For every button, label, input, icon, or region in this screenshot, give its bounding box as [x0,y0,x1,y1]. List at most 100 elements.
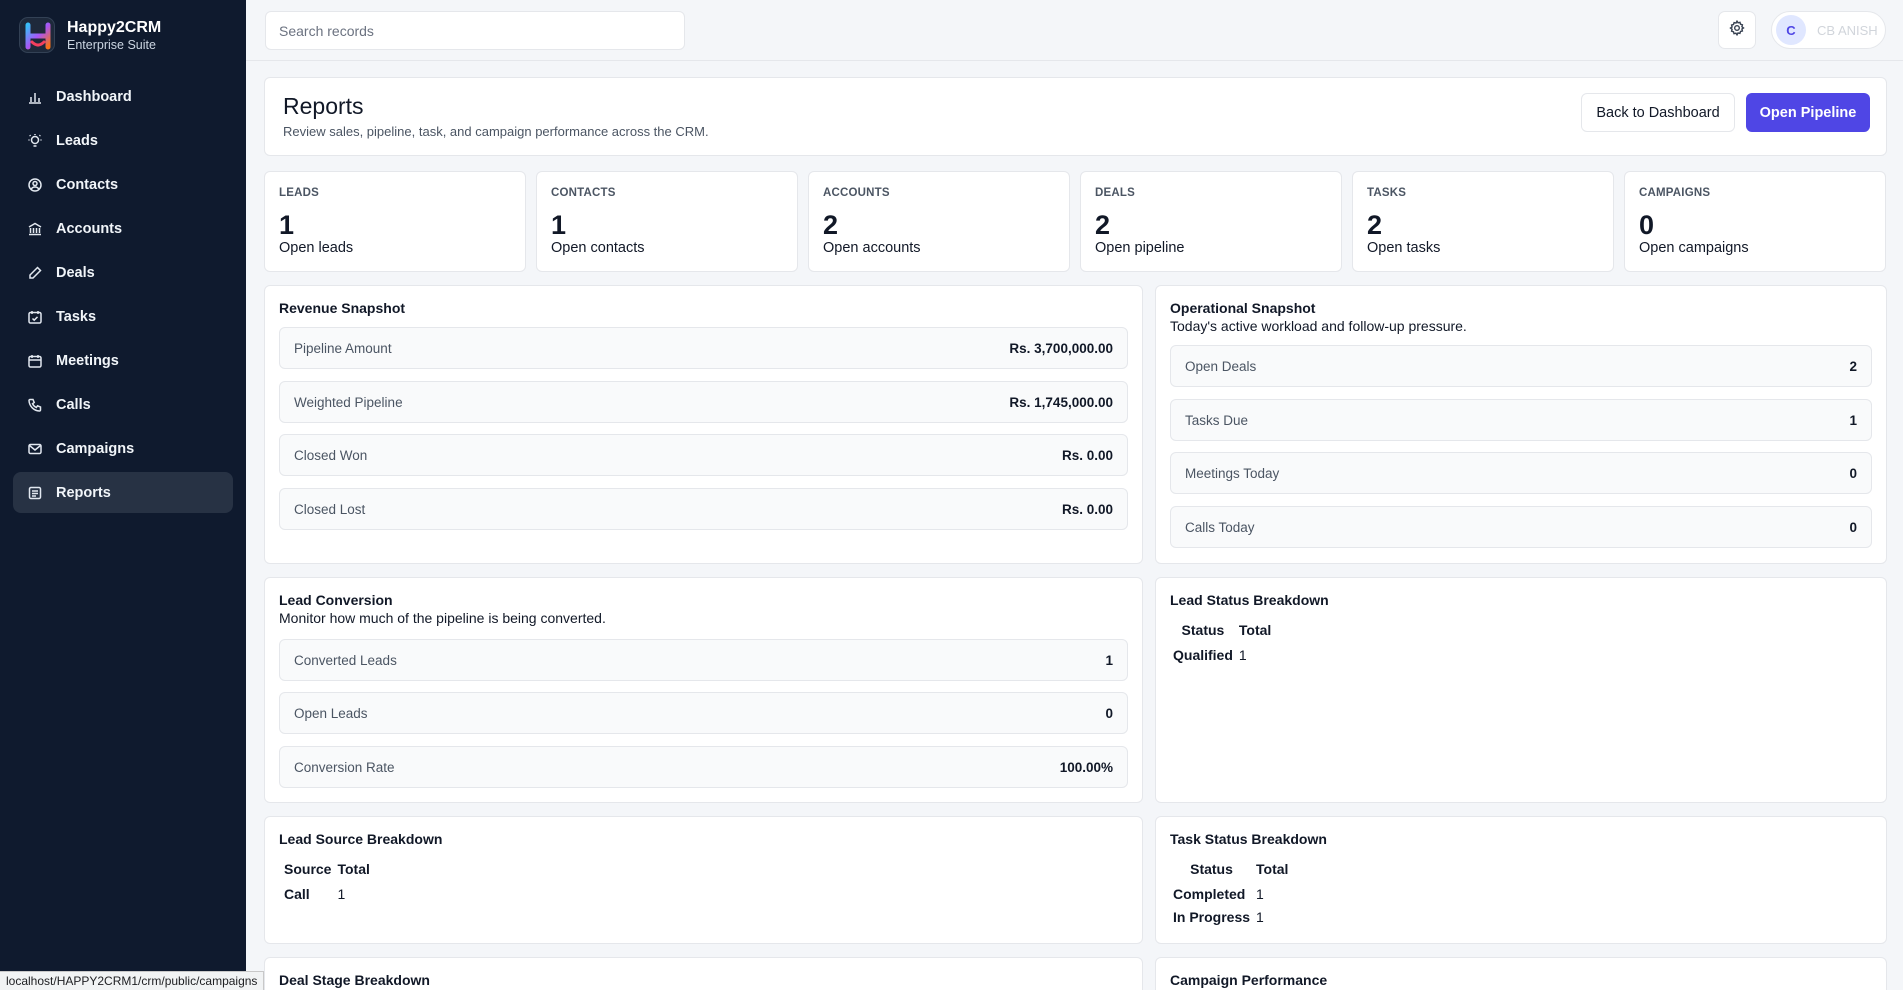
page-header: Reports Review sales, pipeline, task, an… [264,77,1887,156]
lead-status-panel: Lead Status Breakdown Status Total Quali… [1155,577,1887,803]
table-row: Call 1 [281,882,373,905]
sidebar-item-label: Reports [56,484,111,501]
metric-value: Rs. 3,700,000.00 [1009,340,1113,356]
search-input[interactable] [265,11,685,50]
sidebar-item-label: Tasks [56,308,97,325]
kpi-desc: Open campaigns [1639,240,1749,256]
metric-row: Closed Lost Rs. 0.00 [279,488,1128,530]
calendar-icon [27,353,43,369]
sidebar-item-calls[interactable]: Calls [13,384,233,425]
metric-value: 100.00% [1059,759,1113,775]
table-cell: 1 [337,885,346,902]
sidebar-item-label: Calls [56,396,91,413]
kpi-value: 2 [1367,210,1383,240]
brand[interactable]: Happy2CRM Enterprise Suite [0,0,246,70]
sidebar-item-meetings[interactable]: Meetings [13,340,233,381]
metric-row: Calls Today 0 [1170,506,1872,548]
panel-title: Lead Status Breakdown [1170,592,1329,608]
kpi-desc: Open pipeline [1095,240,1185,256]
kpi-label: CAMPAIGNS [1639,187,1711,199]
user-circle-icon [27,177,43,193]
sidebar-item-accounts[interactable]: Accounts [13,208,233,249]
operational-snapshot-panel: Operational Snapshot Today's active work… [1155,285,1887,564]
panel-subtitle: Monitor how much of the pipeline is bein… [279,610,606,626]
task-status-panel: Task Status Breakdown Status Total Compl… [1155,816,1887,944]
sidebar-nav: Dashboard Leads Contacts Accounts Deals … [0,76,246,513]
metric-row: Meetings Today 0 [1170,452,1872,494]
metric-row: Pipeline Amount Rs. 3,700,000.00 [279,327,1128,369]
sidebar-item-deals[interactable]: Deals [13,252,233,293]
campaign-performance-panel: Campaign Performance [1155,957,1887,990]
metric-row: Open Deals 2 [1170,345,1872,387]
panel-title: Deal Stage Breakdown [279,972,430,988]
panel-title: Lead Conversion [279,592,393,608]
table-row: Completed 1 [1170,882,1291,905]
calendar-check-icon [27,309,43,325]
metric-row: Converted Leads 1 [279,639,1128,681]
kpi-value: 0 [1639,210,1655,240]
sidebar-item-leads[interactable]: Leads [13,120,233,161]
page-subtitle: Review sales, pipeline, task, and campai… [283,124,709,139]
table-cell: 1 [1256,885,1264,902]
metric-value: 1 [1105,652,1113,668]
sidebar-item-label: Meetings [56,352,119,369]
panel-title: Operational Snapshot [1170,300,1316,316]
sidebar-item-label: Contacts [56,176,119,193]
lead-source-panel: Lead Source Breakdown Source Total Call … [264,816,1143,944]
metric-row: Tasks Due 1 [1170,399,1872,441]
sidebar-item-dashboard[interactable]: Dashboard [13,76,233,117]
metric-label: Open Leads [294,705,368,721]
pencil-icon [27,265,43,281]
kpi-card-contacts: CONTACTS 1 Open contacts [536,171,798,272]
metric-value: 2 [1849,358,1857,374]
table-cell: 1 [1256,908,1264,925]
kpi-value: 2 [1095,210,1111,240]
metric-value: 0 [1105,705,1113,721]
avatar: C [1776,15,1806,45]
table-cell: Call [284,885,310,902]
table-row: In Progress 1 [1170,905,1291,928]
back-to-dashboard-button[interactable]: Back to Dashboard [1581,93,1735,132]
sidebar-item-reports[interactable]: Reports [13,472,233,513]
column-header: Total [337,860,370,877]
metric-row: Closed Won Rs. 0.00 [279,434,1128,476]
metric-label: Pipeline Amount [294,340,392,356]
kpi-card-accounts: ACCOUNTS 2 Open accounts [808,171,1070,272]
metric-label: Closed Lost [294,501,366,517]
kpi-value: 2 [823,210,839,240]
kpi-label: CONTACTS [551,187,616,199]
chart-bar-icon [27,89,43,105]
metric-value: 0 [1849,519,1857,535]
page-title: Reports [283,93,364,119]
column-header: Total [1256,860,1289,877]
metric-value: Rs. 0.00 [1061,447,1113,463]
user-menu[interactable]: C CB ANISH [1771,11,1886,49]
app-subtitle: Enterprise Suite [67,37,156,52]
revenue-snapshot-panel: Revenue Snapshot Pipeline Amount Rs. 3,7… [264,285,1143,564]
sidebar-item-campaigns[interactable]: Campaigns [13,428,233,469]
lead-conversion-panel: Lead Conversion Monitor how much of the … [264,577,1143,803]
bank-icon [27,221,43,237]
metric-label: Meetings Today [1185,465,1280,481]
settings-button[interactable] [1718,11,1756,49]
kpi-card-leads: LEADS 1 Open leads [264,171,526,272]
open-pipeline-button[interactable]: Open Pipeline [1746,93,1870,132]
panel-title: Campaign Performance [1170,972,1328,988]
kpi-card-deals: DEALS 2 Open pipeline [1080,171,1342,272]
metric-label: Calls Today [1185,519,1255,535]
kpi-value: 1 [551,210,567,240]
sidebar-item-label: Deals [56,264,95,281]
sidebar-item-contacts[interactable]: Contacts [13,164,233,205]
metric-row: Open Leads 0 [279,692,1128,734]
panel-title: Task Status Breakdown [1170,831,1327,847]
gear-icon [1729,19,1745,41]
metric-label: Converted Leads [294,652,397,668]
sidebar: Happy2CRM Enterprise Suite Dashboard Lea… [0,0,246,990]
sidebar-item-tasks[interactable]: Tasks [13,296,233,337]
metric-label: Closed Won [294,447,368,463]
table-cell: Completed [1173,885,1246,902]
sidebar-item-label: Accounts [56,220,123,237]
panel-title: Revenue Snapshot [279,300,406,316]
kpi-label: TASKS [1367,187,1407,199]
kpi-desc: Open contacts [551,240,645,256]
